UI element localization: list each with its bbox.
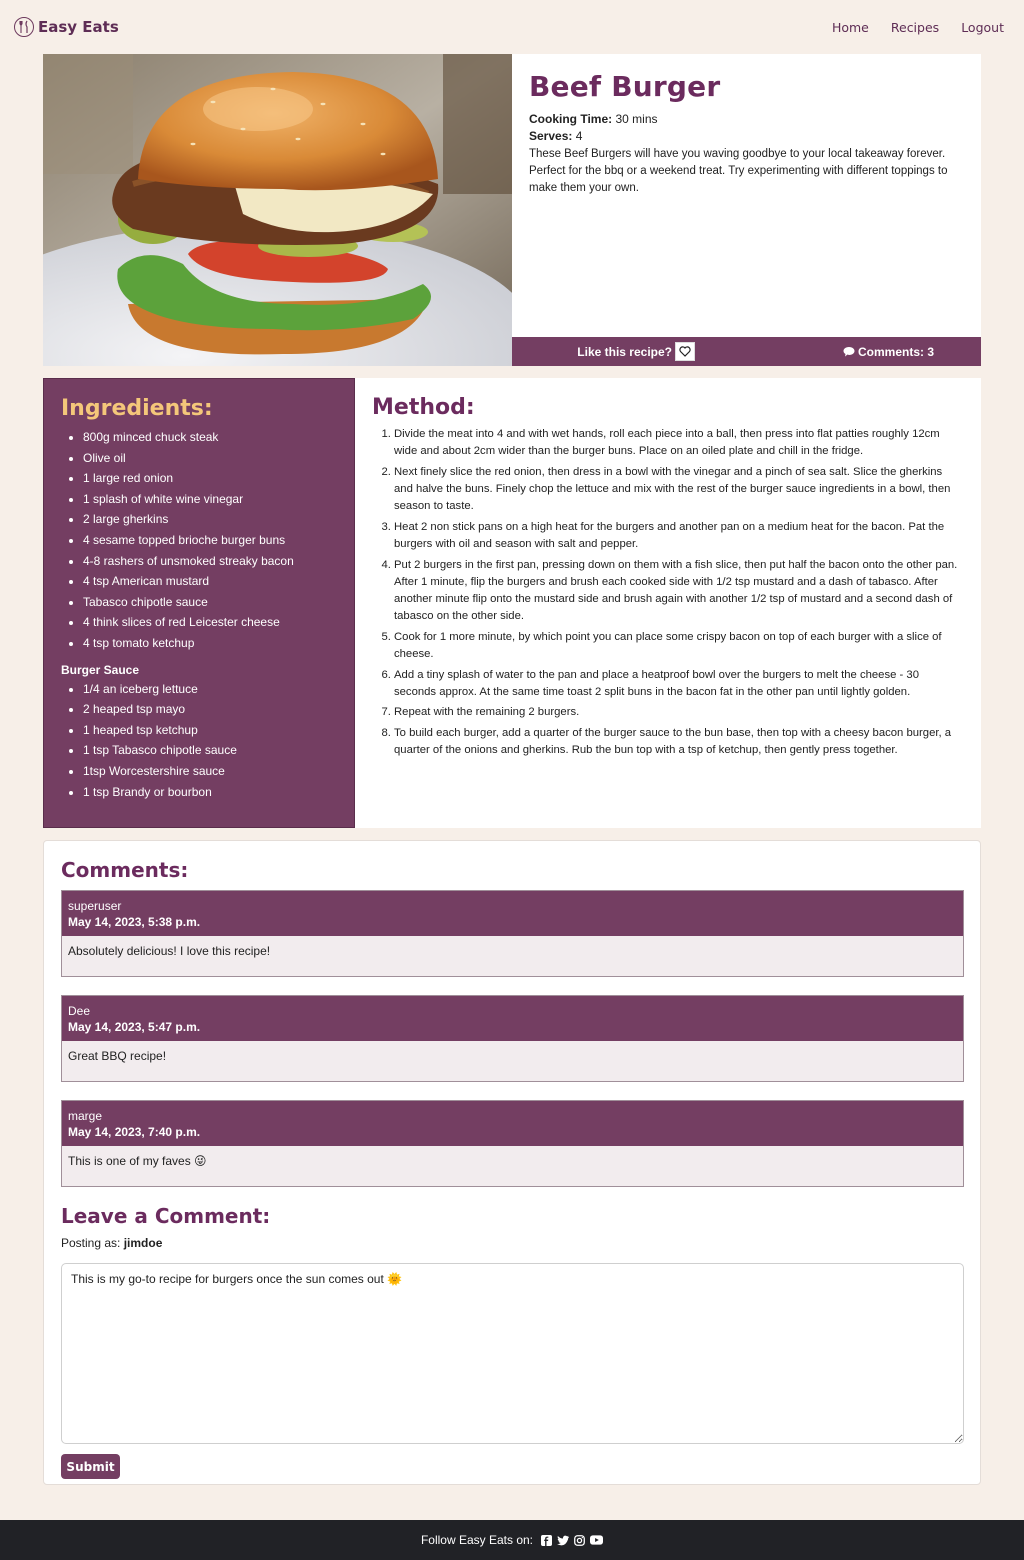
recipe-details: Ingredients: 800g minced chuck steak Oli…: [43, 378, 981, 828]
comment-bubble-icon: [843, 347, 855, 357]
method-step: Heat 2 non stick pans on a high heat for…: [394, 519, 964, 553]
sauce-ingredient-item: 1/4 an iceberg lettuce: [83, 679, 337, 700]
comments-section: Comments: superuser May 14, 2023, 5:38 p…: [43, 840, 981, 1485]
navbar: Easy Eats Home Recipes Logout: [0, 0, 1024, 54]
youtube-icon[interactable]: [590, 1535, 604, 1545]
serves: Serves: 4: [529, 128, 964, 145]
footer-follow-text: Follow Easy Eats on:: [420, 1533, 534, 1547]
comment-header: superuser May 14, 2023, 5:38 p.m.: [62, 891, 963, 936]
ingredient-item: 4-8 rashers of unsmoked streaky bacon: [83, 551, 337, 572]
ingredient-item: Olive oil: [83, 448, 337, 469]
cooking-time-value: 30 mins: [615, 112, 658, 126]
comment-author: marge: [68, 1109, 103, 1123]
social-links: [541, 1534, 604, 1546]
nav-links: Home Recipes Logout: [832, 20, 1004, 35]
instagram-icon[interactable]: [574, 1534, 585, 1546]
ingredient-item: 800g minced chuck steak: [83, 427, 337, 448]
comment-card: marge May 14, 2023, 7:40 p.m. This is on…: [61, 1100, 964, 1187]
comment-card: Dee May 14, 2023, 5:47 p.m. Great BBQ re…: [61, 995, 964, 1082]
facebook-icon[interactable]: [541, 1534, 553, 1546]
ingredients-list: 800g minced chuck steak Olive oil 1 larg…: [61, 427, 337, 654]
burger-sauce-title: Burger Sauce: [61, 662, 140, 677]
serves-value: 4: [575, 129, 583, 143]
sauce-ingredients-list: 1/4 an iceberg lettuce 2 heaped tsp mayo…: [61, 679, 337, 803]
ingredient-item: 1 splash of white wine vinegar: [83, 489, 337, 510]
comment-header: marge May 14, 2023, 7:40 p.m.: [62, 1101, 963, 1146]
ingredient-item: Tabasco chipotle sauce: [83, 592, 337, 613]
serves-label: Serves:: [529, 129, 573, 143]
ingredient-item: 4 tsp American mustard: [83, 571, 337, 592]
comment-author: Dee: [68, 1004, 91, 1018]
cutlery-logo-icon: [14, 17, 34, 37]
comment-card: superuser May 14, 2023, 5:38 p.m. Absolu…: [61, 890, 964, 977]
brand-link[interactable]: Easy Eats: [14, 17, 119, 37]
method-step: Divide the meat into 4 and with wet hand…: [394, 426, 964, 460]
method-step: Put 2 burgers in the first pan, pressing…: [394, 557, 964, 626]
comment-header: Dee May 14, 2023, 5:47 p.m.: [62, 996, 963, 1041]
recipe-action-bar: Like this recipe? Comments: 3: [512, 337, 981, 366]
method-step: Cook for 1 more minute, by which point y…: [394, 629, 964, 663]
sauce-ingredient-item: 1 heaped tsp ketchup: [83, 720, 337, 741]
recipe-title: Beef Burger: [529, 70, 721, 103]
ingredients-panel: Ingredients: 800g minced chuck steak Oli…: [43, 378, 355, 828]
heart-icon: [679, 346, 691, 357]
like-heart-button[interactable]: [675, 342, 695, 361]
submit-button[interactable]: Submit: [61, 1454, 120, 1479]
ingredient-item: 4 tsp tomato ketchup: [83, 633, 337, 654]
comment-textarea[interactable]: This is my go-to recipe for burgers once…: [61, 1263, 964, 1444]
comments-count: Comments: 3: [746, 345, 981, 359]
like-label: Like this recipe?: [577, 344, 672, 359]
brand-name: Easy Eats: [38, 18, 119, 36]
posting-as-username: jimdoe: [123, 1236, 163, 1250]
method-step: To build each burger, add a quarter of t…: [394, 725, 964, 759]
twitter-icon[interactable]: [557, 1535, 570, 1546]
nav-recipes-link[interactable]: Recipes: [891, 20, 939, 35]
recipe-description: These Beef Burgers will have you waving …: [529, 148, 948, 194]
nav-home-link[interactable]: Home: [832, 20, 869, 35]
cooking-time: Cooking Time: 30 mins: [529, 111, 964, 128]
sauce-ingredient-item: 1tsp Worcestershire sauce: [83, 761, 337, 782]
ingredients-title: Ingredients:: [61, 396, 213, 421]
sauce-ingredient-item: 1 tsp Tabasco chipotle sauce: [83, 740, 337, 761]
cooking-time-label: Cooking Time:: [529, 112, 613, 126]
ingredient-item: 1 large red onion: [83, 468, 337, 489]
posting-as: Posting as: jimdoe: [61, 1236, 963, 1250]
comment-date: May 14, 2023, 7:40 p.m.: [68, 1125, 201, 1139]
comment-author: superuser: [68, 899, 122, 913]
ingredient-item: 4 think slices of red Leicester cheese: [83, 612, 337, 633]
comment-body: Absolutely delicious! I love this recipe…: [62, 936, 963, 976]
like-section: Like this recipe?: [512, 342, 746, 361]
method-step: Repeat with the remaining 2 burgers.: [394, 704, 964, 721]
method-step: Add a tiny splash of water to the pan an…: [394, 667, 964, 701]
ingredient-item: 4 sesame topped brioche burger buns: [83, 530, 337, 551]
method-panel: Method: Divide the meat into 4 and with …: [355, 378, 981, 828]
method-title: Method:: [372, 395, 475, 420]
method-step: Next finely slice the red onion, then dr…: [394, 464, 964, 516]
recipe-hero: Beef Burger Cooking Time: 30 mins Serves…: [43, 54, 981, 366]
sauce-ingredient-item: 1 tsp Brandy or bourbon: [83, 782, 337, 803]
footer: Follow Easy Eats on:: [0, 1520, 1024, 1560]
comment-date: May 14, 2023, 5:38 p.m.: [68, 915, 201, 929]
comment-body: Great BBQ recipe!: [62, 1041, 963, 1081]
comment-date: May 14, 2023, 5:47 p.m.: [68, 1020, 201, 1034]
sauce-ingredient-item: 2 heaped tsp mayo: [83, 699, 337, 720]
comment-body: This is one of my faves 😜: [62, 1146, 963, 1186]
leave-comment-title: Leave a Comment:: [61, 1204, 271, 1228]
method-steps: Divide the meat into 4 and with wet hand…: [372, 426, 964, 759]
recipe-info-panel: Beef Burger Cooking Time: 30 mins Serves…: [512, 54, 981, 366]
posting-as-label: Posting as:: [61, 1236, 121, 1250]
ingredient-item: 2 large gherkins: [83, 509, 337, 530]
comments-count-label: Comments: 3: [857, 344, 934, 359]
recipe-image: [43, 54, 512, 366]
comments-title: Comments:: [61, 858, 189, 882]
nav-logout-link[interactable]: Logout: [961, 20, 1004, 35]
